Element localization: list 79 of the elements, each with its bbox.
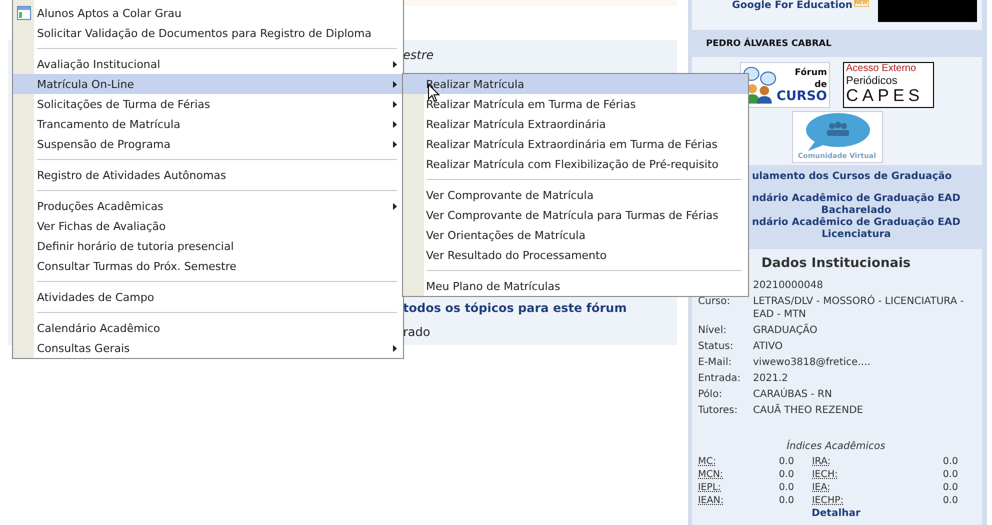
index-value: 0.0	[942, 469, 958, 480]
menu-item[interactable]: Ver Comprovante de Matrícula para Turmas de Férias	[403, 205, 748, 225]
menu-item[interactable]: Solicitações de Turma de Férias	[13, 94, 403, 114]
field-value: 20210000048	[753, 279, 824, 292]
field-label: Pólo:	[698, 388, 724, 401]
field-value: 2021.2	[753, 372, 789, 385]
index-label: IEPL:	[698, 482, 722, 493]
menu-item[interactable]: Registro de Atividades Autônomas	[13, 165, 403, 185]
submenu-arrow-icon	[393, 140, 397, 148]
field-value: viwewo3818@fretice....	[753, 356, 872, 369]
field-label: Entrada:	[698, 372, 742, 385]
menu-item[interactable]: Realizar Matrícula	[403, 74, 748, 94]
sidebar-link[interactable]: ndário Acadêmico de Graduação EAD Licenciatura	[752, 217, 960, 241]
google-link[interactable]: Google For Education	[732, 0, 852, 11]
menu-item[interactable]: Realizar Matrícula Extraordinária	[403, 114, 748, 134]
logo-subheading: Periódicos	[846, 75, 898, 87]
index-label: IEA:	[812, 482, 830, 493]
user-name: PEDRO ÁLVARES CABRAL	[705, 36, 832, 51]
submenu-arrow-icon	[393, 100, 397, 108]
section-title: Índices Acadêmicos	[786, 441, 886, 452]
index-value: 0.0	[778, 456, 795, 467]
menu-item[interactable]: Ver Fichas de Avaliação	[13, 216, 403, 236]
window-icon	[17, 6, 31, 20]
field-value: CARAÚBAS - RN	[753, 388, 833, 401]
menu-item[interactable]: Meu Plano de Matrículas	[403, 276, 748, 296]
index-value: 0.0	[778, 495, 795, 506]
field-label: Curso:	[698, 295, 732, 309]
status-text: rado	[403, 325, 430, 339]
index-label: MCN:	[698, 469, 724, 480]
submenu-arrow-icon	[393, 120, 397, 128]
sidebar-link[interactable]: ulamento dos Cursos de Graduação	[752, 171, 952, 183]
forum-link[interactable]: todos os tópicos para este fórum	[403, 301, 627, 315]
menu-item[interactable]: Matrícula On-Line	[13, 74, 403, 94]
menu-item[interactable]: Ver Orientações de Matrícula	[403, 225, 748, 245]
logo-heading: Acesso Externo	[846, 63, 918, 75]
menu-item[interactable]: Consultar Turmas do Próx. Semestre	[13, 256, 403, 276]
field-value: GRADUAÇÃO	[753, 324, 818, 337]
menu-item[interactable]: Ver Comprovante de Matrícula	[403, 185, 748, 205]
menu-item[interactable]: Solicitar Validação de Documentos para Registro de Diploma	[13, 23, 403, 43]
index-label: MC:	[698, 456, 716, 467]
menu-item[interactable]: Calendário Acadêmico	[13, 318, 403, 338]
submenu-arrow-icon	[393, 60, 397, 68]
logo-title: CAPES	[846, 87, 925, 104]
index-value: 0.0	[778, 469, 795, 480]
submenu-arrow-icon	[393, 344, 397, 352]
menu-item[interactable]: Atividades de Campo	[13, 287, 403, 307]
field-label: Status:	[698, 340, 734, 353]
index-label: IECHP:	[812, 495, 844, 506]
menu-item[interactable]: Alunos Aptos a Colar Grau	[13, 3, 403, 23]
submenu-arrow-icon	[393, 202, 397, 210]
section-text: estre	[403, 48, 434, 62]
menu-item[interactable]: Suspensão de Programa	[13, 134, 403, 154]
field-label: E-Mail:	[698, 356, 733, 369]
index-value: 0.0	[778, 482, 795, 493]
index-label: IRA:	[812, 456, 831, 467]
field-label: Tutores:	[698, 404, 739, 417]
menu-item[interactable]: Realizar Matrícula Extraordinária em Turma de Férias	[403, 134, 748, 154]
menu-item[interactable]: Avaliação Institucional	[13, 54, 403, 74]
field-value: ATIVO	[753, 340, 784, 353]
submenu-arrow-icon	[393, 80, 397, 88]
menu-item[interactable]: Realizar Matrícula com Flexibilização de Pré-requisito	[403, 154, 748, 174]
menu-item[interactable]: Ver Resultado do Processamento	[403, 245, 748, 265]
index-value: 0.0	[942, 495, 958, 506]
menu-item[interactable]: Trancamento de Matrícula	[13, 114, 403, 134]
details-link[interactable]: Detalhar	[698, 508, 974, 519]
index-value: 0.0	[942, 456, 958, 467]
logo-text: Fórum de CURSO	[776, 67, 827, 103]
field-value: CAUÃ THEO REZENDE	[753, 404, 864, 417]
index-value: 0.0	[942, 482, 958, 493]
menu-item[interactable]: Consultas Gerais	[13, 338, 403, 358]
index-label: IEAN:	[698, 495, 724, 506]
menu-item[interactable]: Produções Acadêmicas	[13, 196, 403, 216]
index-label: IECH:	[812, 469, 838, 480]
capes-logo[interactable]: Acesso Externo Periódicos CAPES	[843, 62, 934, 108]
card-title: Dados Institucionais	[760, 256, 912, 271]
menu-item[interactable]: Definir horário de tutoria presencial	[13, 236, 403, 256]
field-value: LETRAS/DLV - MOSSORÓ - LICENCIATURA - EAD - MTN	[753, 295, 965, 321]
forum-logo[interactable]: Fórum de CURSO	[740, 62, 830, 108]
field-label: Nível:	[698, 324, 728, 337]
